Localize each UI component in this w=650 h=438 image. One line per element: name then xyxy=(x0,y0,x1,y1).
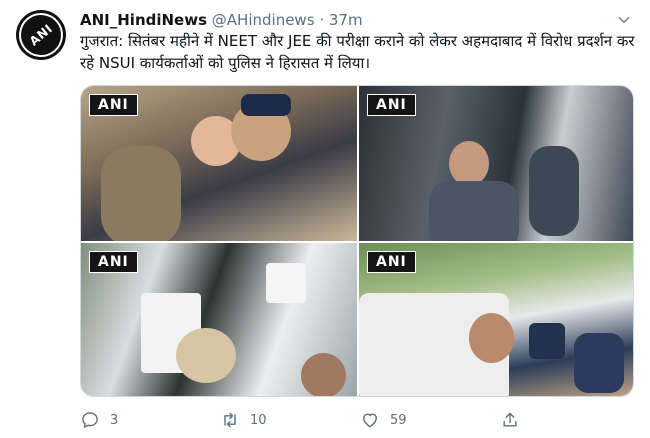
media-photo-4[interactable]: ANI xyxy=(359,243,633,396)
separator-dot: · xyxy=(319,11,325,29)
ani-watermark: ANI xyxy=(367,251,416,273)
media-grid: ANI ANI ANI ANI xyxy=(80,85,634,397)
tweet-time[interactable]: 37m xyxy=(329,11,363,29)
ani-logo-icon: ANI xyxy=(16,10,66,60)
avatar[interactable]: ANI xyxy=(16,10,66,60)
share-icon xyxy=(503,412,517,427)
more-options-button[interactable] xyxy=(614,10,634,30)
ani-watermark: ANI xyxy=(89,94,138,116)
author-handle[interactable]: @AHindinews xyxy=(212,11,315,29)
media-photo-3[interactable]: ANI xyxy=(81,243,357,396)
reply-count: 3 xyxy=(110,412,119,428)
tweet-text: गुजरात: सितंबर महीने में NEET और JEE की … xyxy=(80,32,635,72)
ani-watermark: ANI xyxy=(89,251,138,273)
tweet-header: ANI_HindiNews @AHindinews · 37m xyxy=(80,10,620,30)
author-name[interactable]: ANI_HindiNews xyxy=(80,11,207,29)
tweet-actions: 3 10 59 xyxy=(72,408,642,432)
share-button[interactable] xyxy=(500,408,520,432)
reply-icon xyxy=(82,412,98,428)
heart-icon xyxy=(363,413,377,428)
media-photo-1[interactable]: ANI xyxy=(81,86,357,241)
reply-button[interactable]: 3 xyxy=(80,408,118,432)
like-button[interactable]: 59 xyxy=(360,408,407,432)
retweet-icon xyxy=(224,412,236,428)
chevron-down-icon xyxy=(618,17,630,23)
avatar-label: ANI xyxy=(26,21,56,49)
retweet-count: 10 xyxy=(250,412,267,428)
retweet-button[interactable]: 10 xyxy=(220,408,267,432)
like-count: 59 xyxy=(390,412,407,428)
ani-watermark: ANI xyxy=(367,94,416,116)
media-photo-2[interactable]: ANI xyxy=(359,86,633,241)
